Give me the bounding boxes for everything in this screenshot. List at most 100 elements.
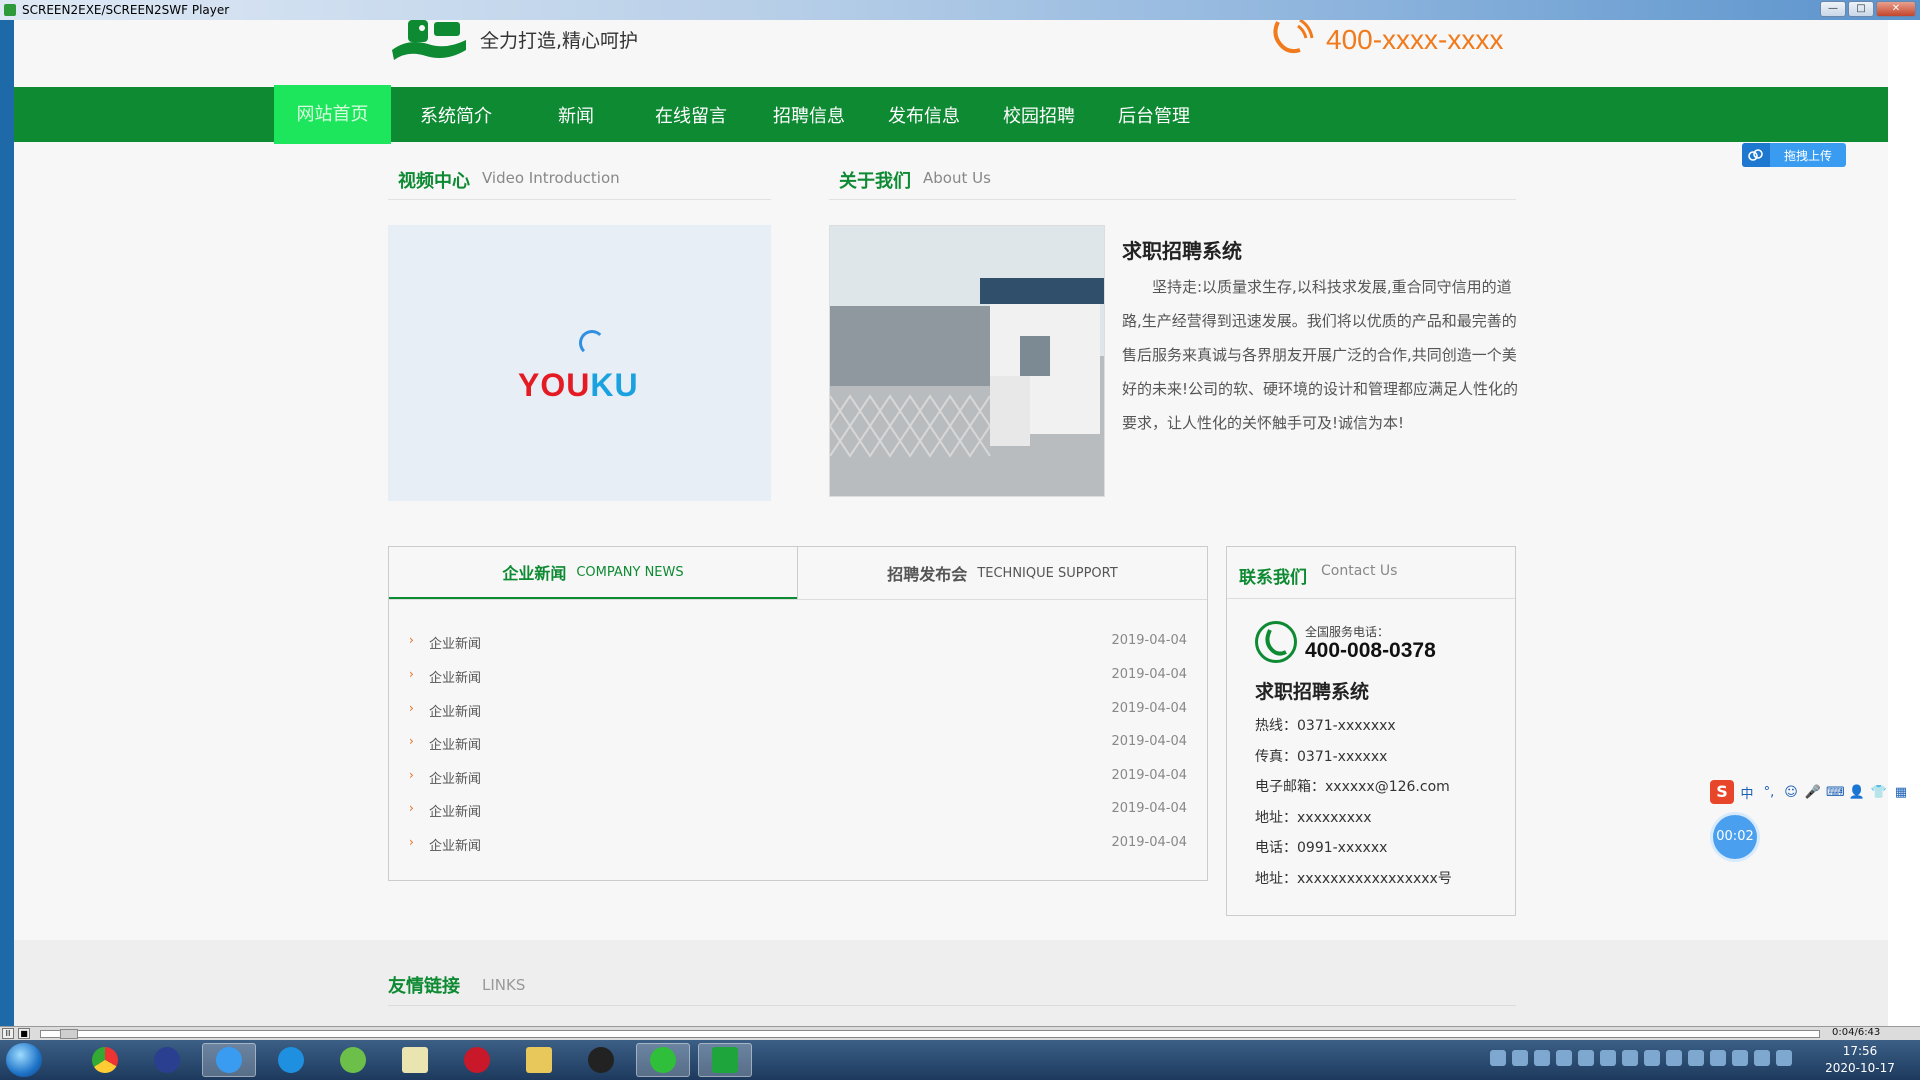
taskbar-app-5[interactable] (326, 1043, 380, 1077)
video-player[interactable]: YOUKU (388, 225, 771, 501)
skin-icon[interactable]: 👕 (1870, 785, 1888, 800)
chevron-right-icon: › (409, 734, 414, 748)
site-slogan: 全力打造,精心呵护 (480, 30, 639, 52)
tray-icon[interactable] (1776, 1050, 1792, 1066)
maximize-button[interactable]: □ (1848, 1, 1874, 17)
close-button[interactable]: ✕ (1876, 1, 1916, 17)
news-date: 2019-04-04 (1111, 701, 1187, 716)
recording-timer[interactable]: 00:02 (1713, 815, 1757, 859)
nav-item-intro[interactable]: 系统简介 (406, 87, 506, 142)
emoji-icon[interactable]: ☺ (1782, 785, 1800, 800)
upload-button[interactable]: 拖拽上传 (1742, 143, 1846, 167)
ime-mode-toggle[interactable]: 中 (1738, 783, 1756, 802)
seek-bar[interactable] (40, 1030, 1820, 1038)
start-button[interactable] (6, 1043, 42, 1077)
nav-item-publish[interactable]: 发布信息 (869, 87, 979, 142)
sogou-ime-icon[interactable]: S (1710, 780, 1734, 804)
tray-icon[interactable] (1534, 1050, 1550, 1066)
news-list-item[interactable]: › 企业新闻 2019-04-04 (409, 734, 1187, 754)
tab-job-fair[interactable]: 招聘发布会 TECHNIQUE SUPPORT (798, 547, 1207, 599)
chevron-right-icon: › (409, 835, 414, 849)
contact-address-2: 地址：xxxxxxxxxxxxxxxxx号 (1255, 871, 1452, 887)
news-title[interactable]: 企业新闻 (429, 701, 481, 720)
taskbar-app-6[interactable] (388, 1043, 442, 1077)
tab-company-news[interactable]: 企业新闻 COMPANY NEWS (389, 547, 797, 599)
tray-icon[interactable] (1490, 1050, 1506, 1066)
news-list-item[interactable]: › 企业新闻 2019-04-04 (409, 633, 1187, 653)
links-subtitle: LINKS (482, 976, 526, 994)
contact-panel: 联系我们 Contact Us 全国服务电话： 400-008-0378 求职招… (1226, 546, 1516, 916)
tray-icon[interactable] (1556, 1050, 1572, 1066)
news-list-item[interactable]: › 企业新闻 2019-04-04 (409, 835, 1187, 855)
news-title[interactable]: 企业新闻 (429, 633, 481, 652)
taskbar-app-2[interactable] (140, 1043, 194, 1077)
divider (388, 199, 771, 200)
news-list-item[interactable]: › 企业新闻 2019-04-04 (409, 701, 1187, 721)
chrome-icon (92, 1047, 118, 1073)
tray-icon[interactable] (1710, 1050, 1726, 1066)
user-icon[interactable]: 👤 (1848, 785, 1866, 800)
divider (389, 599, 1207, 600)
tab-label-cn: 招聘发布会 (887, 565, 968, 584)
window-title: SCREEN2EXE/SCREEN2SWF Player (22, 3, 230, 17)
video-section-subtitle: Video Introduction (482, 169, 620, 187)
pause-button[interactable]: II (2, 1028, 14, 1039)
nav-item-campus[interactable]: 校园招聘 (984, 87, 1094, 142)
taskbar-wechat[interactable] (636, 1043, 690, 1077)
taskbar-player[interactable] (698, 1043, 752, 1077)
seek-handle[interactable] (60, 1029, 78, 1039)
tray-icon[interactable] (1644, 1050, 1660, 1066)
taskbar-qq[interactable] (574, 1043, 628, 1077)
tray-icon[interactable] (1600, 1050, 1616, 1066)
stop-button[interactable]: ■ (18, 1028, 30, 1039)
site-logo[interactable] (388, 20, 468, 66)
nav-item-jobs[interactable]: 招聘信息 (754, 87, 864, 142)
nav-item-message[interactable]: 在线留言 (636, 87, 746, 142)
news-title[interactable]: 企业新闻 (429, 801, 481, 820)
punctuation-icon[interactable]: °, (1760, 785, 1778, 800)
taskbar: 17:56 2020-10-17 (0, 1040, 1920, 1080)
nav-item-news[interactable]: 新闻 (536, 87, 616, 142)
tray-icon[interactable] (1578, 1050, 1594, 1066)
folder-icon (526, 1047, 552, 1073)
news-title[interactable]: 企业新闻 (429, 667, 481, 686)
tray-icon[interactable] (1622, 1050, 1638, 1066)
tab-label-en: TECHNIQUE SUPPORT (977, 565, 1118, 581)
minimize-button[interactable]: — (1820, 1, 1846, 17)
microphone-icon[interactable]: 🎤 (1804, 785, 1822, 800)
news-title[interactable]: 企业新闻 (429, 734, 481, 753)
about-heading: 求职招聘系统 (1122, 239, 1242, 263)
contact-fax: 传真：0371-xxxxxx (1255, 749, 1388, 765)
phone-icon (1273, 20, 1314, 54)
tray-icon[interactable] (1512, 1050, 1528, 1066)
news-list-item[interactable]: › 企业新闻 2019-04-04 (409, 801, 1187, 821)
contact-header: 联系我们 Contact Us (1227, 547, 1515, 599)
taskbar-baidu-netdisk[interactable] (202, 1043, 256, 1077)
taskbar-explorer[interactable] (512, 1043, 566, 1077)
news-title[interactable]: 企业新闻 (429, 768, 481, 787)
tray-icon[interactable] (1732, 1050, 1748, 1066)
news-list-item[interactable]: › 企业新闻 2019-04-04 (409, 667, 1187, 687)
tray-icon[interactable] (1666, 1050, 1682, 1066)
chevron-right-icon: › (409, 801, 414, 815)
news-list-item[interactable]: › 企业新闻 2019-04-04 (409, 768, 1187, 788)
system-clock[interactable]: 17:56 2020-10-17 (1820, 1043, 1900, 1077)
menu-grid-icon[interactable]: ▦ (1892, 785, 1910, 800)
tray-icon[interactable] (1754, 1050, 1770, 1066)
news-title[interactable]: 企业新闻 (429, 835, 481, 854)
header-phone-number: 400-xxxx-xxxx (1326, 24, 1504, 55)
keyboard-icon[interactable]: ⌨ (1826, 785, 1845, 800)
tray-icon[interactable] (1688, 1050, 1704, 1066)
youku-logo: YOUKU (518, 367, 639, 403)
news-date: 2019-04-04 (1111, 667, 1187, 682)
nav-item-home[interactable]: 网站首页 (274, 85, 391, 144)
tab-label-en: COMPANY NEWS (576, 564, 684, 580)
upload-label: 拖拽上传 (1783, 148, 1832, 163)
nav-item-admin[interactable]: 后台管理 (1099, 87, 1209, 142)
taskbar-app-4[interactable] (264, 1043, 318, 1077)
taskbar-chrome[interactable] (78, 1043, 132, 1077)
window-frame-left (0, 20, 14, 1026)
wechat-icon (650, 1047, 676, 1073)
taskbar-flash[interactable] (450, 1043, 504, 1077)
window-frame-right (1888, 20, 1920, 1026)
